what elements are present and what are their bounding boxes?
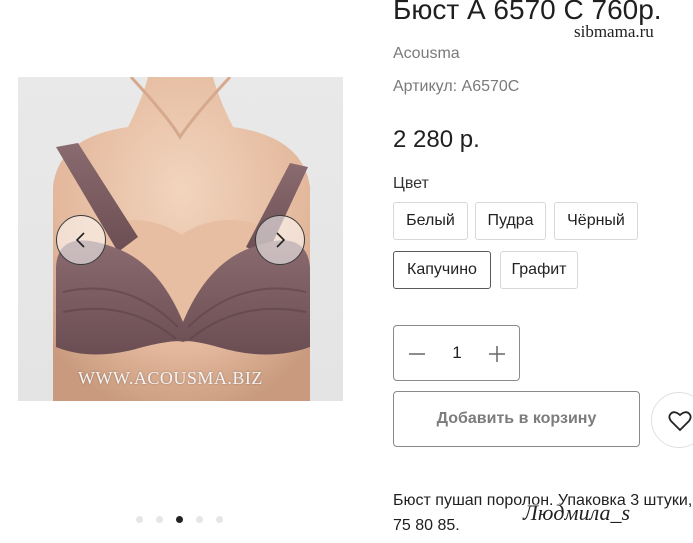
product-gallery[interactable]: WWW.ACOUSMA.BIZ (18, 77, 343, 401)
chevron-right-icon (276, 232, 286, 248)
quantity-stepper: 1 (393, 325, 520, 381)
gallery-prev-button[interactable] (56, 215, 106, 265)
gallery-next-button[interactable] (255, 215, 305, 265)
color-option-black[interactable]: Чёрный (554, 202, 638, 240)
quantity-value[interactable]: 1 (439, 343, 475, 363)
color-label: Цвет (393, 175, 429, 192)
gallery-dot[interactable] (216, 516, 223, 523)
image-watermark: WWW.ACOUSMA.BIZ (78, 368, 263, 388)
gallery-dot-active[interactable] (176, 516, 183, 523)
watermark-bottom: Людмила_s (523, 500, 631, 525)
color-option-cappuccino[interactable]: Капучино (393, 251, 491, 289)
gallery-dot[interactable] (196, 516, 203, 523)
gallery-dot[interactable] (156, 516, 163, 523)
color-option-powder[interactable]: Пудра (475, 202, 546, 240)
add-to-cart-button[interactable]: Добавить в корзину (393, 391, 640, 447)
watermark-top: sibmama.ru (574, 22, 654, 41)
product-brand[interactable]: Acousma (393, 45, 460, 63)
color-option-graphite[interactable]: Графит (500, 251, 578, 289)
product-sku: Артикул: А6570С (393, 78, 520, 95)
minus-icon[interactable] (407, 344, 427, 364)
gallery-dot[interactable] (136, 516, 143, 523)
wishlist-button[interactable] (651, 392, 693, 448)
chevron-left-icon (75, 232, 85, 248)
color-option-white[interactable]: Белый (393, 202, 468, 240)
plus-icon[interactable] (487, 344, 507, 364)
product-price: 2 280 р. (393, 126, 480, 153)
heart-icon (668, 411, 692, 432)
